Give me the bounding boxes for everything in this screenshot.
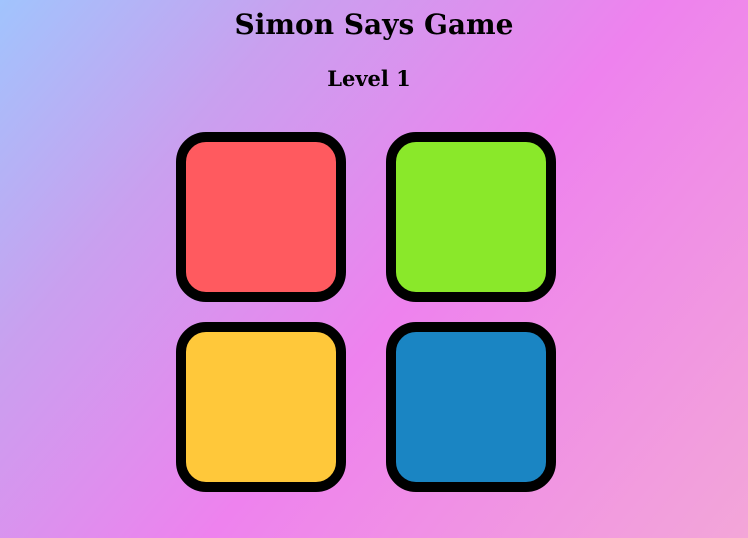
simon-game: Simon Says Game Level 1 [0,0,748,538]
level-indicator: Level 1 [327,66,411,91]
red-button[interactable] [176,132,346,302]
yellow-button[interactable] [176,322,346,492]
page-title: Simon Says Game [234,8,514,41]
blue-button[interactable] [386,322,556,492]
green-button[interactable] [386,132,556,302]
